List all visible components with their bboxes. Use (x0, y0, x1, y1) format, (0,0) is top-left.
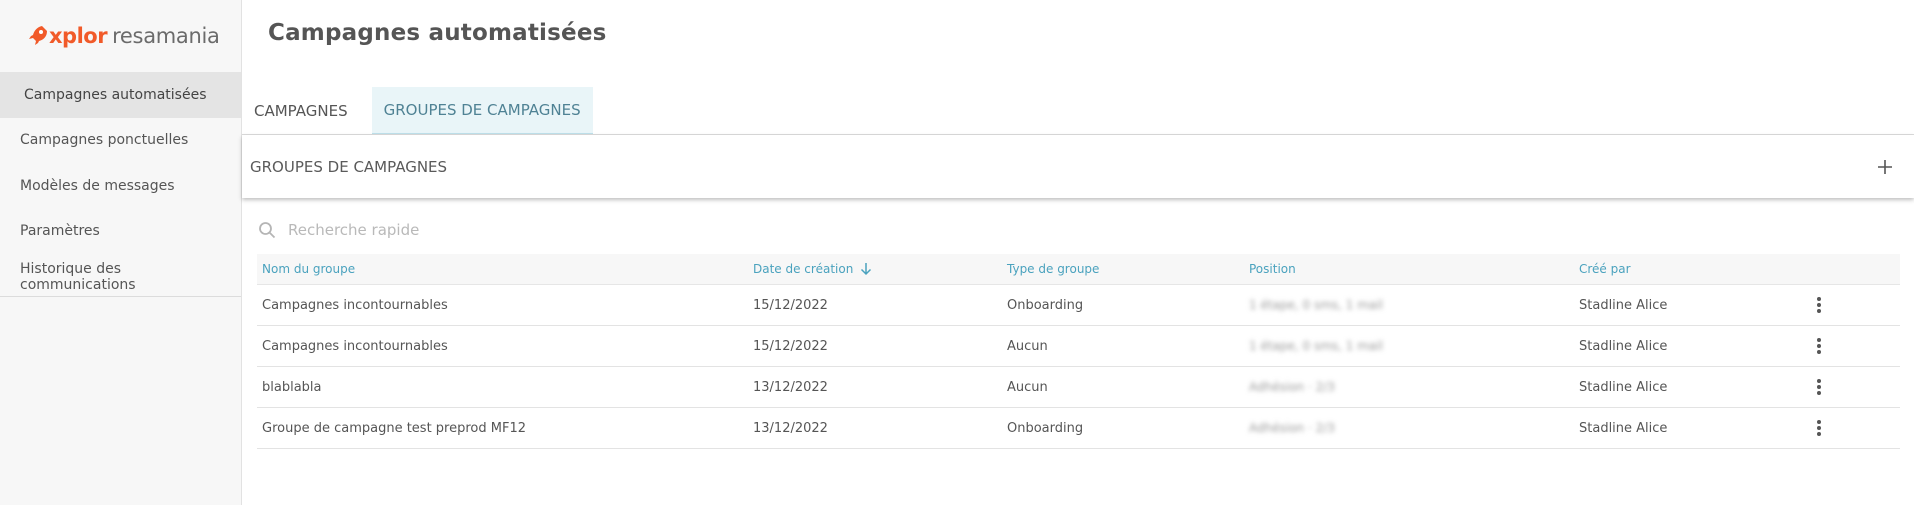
more-vertical-icon (1817, 420, 1821, 436)
quick-search (258, 216, 758, 244)
more-vertical-icon (1817, 297, 1821, 313)
row-menu-button[interactable] (1807, 375, 1831, 399)
sidebar-nav: Campagnes automatisées Campagnes ponctue… (0, 72, 241, 300)
sidebar: xplor resamania Campagnes automatisées C… (0, 0, 242, 505)
column-header-type[interactable]: Type de groupe (1007, 262, 1249, 276)
cell-name: Campagnes incontournables (262, 297, 448, 313)
sidebar-item-modeles-de-messages[interactable]: Modèles de messages (0, 163, 241, 209)
cell-name: blablabla (262, 379, 322, 395)
table-row[interactable]: blablabla 13/12/2022 Aucun Adhésion · 2/… (257, 367, 1900, 408)
column-header-date[interactable]: Date de création (753, 262, 1007, 276)
column-header-name[interactable]: Nom du groupe (257, 262, 753, 276)
sidebar-item-historique[interactable]: Historique des communications (0, 254, 241, 300)
cell-creator: Stadline Alice (1579, 379, 1668, 395)
cell-creator: Stadline Alice (1579, 297, 1668, 313)
plus-icon (1878, 159, 1892, 174)
more-vertical-icon (1817, 338, 1821, 354)
more-vertical-icon (1817, 379, 1821, 395)
cell-position: Adhésion · 2/3 (1249, 379, 1335, 394)
arrow-down-icon (861, 263, 872, 276)
search-input[interactable] (288, 221, 708, 239)
table-row[interactable]: Campagnes incontournables 15/12/2022 Auc… (257, 326, 1900, 367)
cell-name: Campagnes incontournables (262, 338, 448, 354)
row-menu-button[interactable] (1807, 334, 1831, 358)
page-title: Campagnes automatisées (268, 20, 607, 46)
sidebar-item-parametres[interactable]: Paramètres (0, 209, 241, 255)
table-row[interactable]: Groupe de campagne test preprod MF12 13/… (257, 408, 1900, 449)
cell-date: 13/12/2022 (753, 379, 828, 395)
sidebar-item-campagnes-automatisees[interactable]: Campagnes automatisées (0, 72, 241, 118)
sidebar-item-campagnes-ponctuelles[interactable]: Campagnes ponctuelles (0, 118, 241, 164)
tab-groupes-de-campagnes[interactable]: GROUPES DE CAMPAGNES (371, 87, 593, 135)
cell-date: 13/12/2022 (753, 420, 828, 436)
sidebar-divider (0, 296, 241, 297)
cell-date: 15/12/2022 (753, 297, 828, 313)
search-icon (259, 222, 276, 239)
logo-secondary: resamania (112, 24, 220, 48)
cell-name: Groupe de campagne test preprod MF12 (262, 420, 526, 436)
table-header: Nom du groupe Date de création Type de g… (257, 254, 1900, 285)
cell-position: 1 étape, 0 sms, 1 mail (1249, 338, 1383, 353)
row-menu-button[interactable] (1807, 416, 1831, 440)
cell-creator: Stadline Alice (1579, 420, 1668, 436)
section-title: GROUPES DE CAMPAGNES (250, 157, 448, 176)
cell-type: Onboarding (1007, 297, 1084, 313)
tab-campagnes[interactable]: CAMPAGNES (242, 87, 360, 135)
cell-type: Onboarding (1007, 420, 1084, 436)
groups-table: Nom du groupe Date de création Type de g… (257, 254, 1900, 449)
tab-bar: CAMPAGNES GROUPES DE CAMPAGNES (242, 87, 593, 135)
cell-position: 1 étape, 0 sms, 1 mail (1249, 297, 1383, 312)
cell-date: 15/12/2022 (753, 338, 828, 354)
column-header-position[interactable]: Position (1249, 262, 1579, 276)
cell-type: Aucun (1007, 379, 1048, 395)
column-header-date-label: Date de création (753, 262, 854, 276)
cell-position: Adhésion · 2/3 (1249, 420, 1335, 435)
logo-primary: xplor (49, 24, 108, 48)
cell-creator: Stadline Alice (1579, 338, 1668, 354)
column-header-creator[interactable]: Créé par (1579, 262, 1789, 276)
section-header: GROUPES DE CAMPAGNES (242, 135, 1914, 198)
row-menu-button[interactable] (1807, 293, 1831, 317)
cell-type: Aucun (1007, 338, 1048, 354)
table-row[interactable]: Campagnes incontournables 15/12/2022 Onb… (257, 285, 1900, 326)
brand-logo[interactable]: xplor resamania (0, 0, 241, 72)
rocket-icon (29, 26, 47, 45)
add-group-button[interactable] (1872, 154, 1898, 180)
